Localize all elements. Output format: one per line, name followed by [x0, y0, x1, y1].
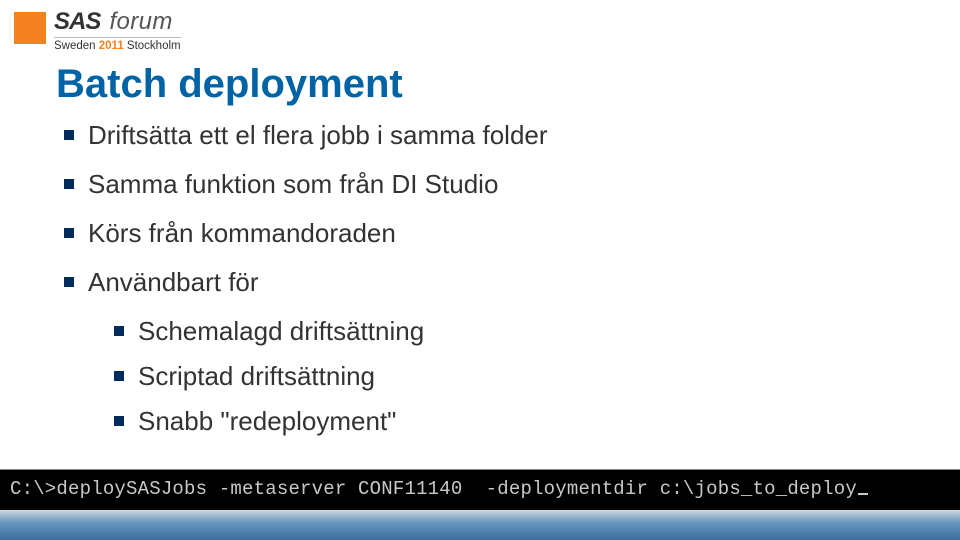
- bullet-text: Körs från kommandoraden: [88, 218, 396, 249]
- bullet-square-icon: [64, 277, 74, 287]
- slide-header: SAS forum Sweden 2011 Stockholm: [14, 10, 181, 53]
- logo-square-icon: [14, 12, 46, 44]
- bullet-text: Användbart för: [88, 267, 259, 298]
- logo-sas-text: SAS: [54, 8, 100, 35]
- bullet-level1: Samma funktion som från DI Studio: [64, 169, 900, 200]
- bullet-level2: Snabb "redeployment": [114, 406, 900, 437]
- bullet-square-icon: [114, 326, 124, 336]
- bullet-level1: Användbart för: [64, 267, 900, 298]
- terminal-cursor-icon: [858, 493, 868, 495]
- bullet-list: Driftsätta ett el flera jobb i samma fol…: [64, 120, 900, 451]
- logo-sub-city: Stockholm: [127, 40, 181, 52]
- bullet-text: Samma funktion som från DI Studio: [88, 169, 498, 200]
- bullet-level2: Schemalagd driftsättning: [114, 316, 900, 347]
- bullet-square-icon: [114, 371, 124, 381]
- bullet-text: Scriptad driftsättning: [138, 361, 375, 392]
- logo-subline: Sweden 2011 Stockholm: [54, 37, 181, 53]
- logo-text: SAS forum Sweden 2011 Stockholm: [54, 10, 181, 53]
- logo-sub-country: Sweden: [54, 40, 96, 52]
- bullet-text: Schemalagd driftsättning: [138, 316, 424, 347]
- logo-sub-year: 2011: [99, 40, 124, 52]
- terminal-screenshot: C:\>deploySASJobs -metaserver CONF11140 …: [0, 469, 960, 510]
- footer-gradient-bar: [0, 510, 960, 540]
- bullet-square-icon: [114, 416, 124, 426]
- bullet-square-icon: [64, 179, 74, 189]
- bullet-level1: Driftsätta ett el flera jobb i samma fol…: [64, 120, 900, 151]
- bullet-level2: Scriptad driftsättning: [114, 361, 900, 392]
- logo-main-line: SAS forum: [54, 10, 181, 34]
- bullet-square-icon: [64, 130, 74, 140]
- bullet-text: Snabb "redeployment": [138, 406, 396, 437]
- bullet-text: Driftsätta ett el flera jobb i samma fol…: [88, 120, 548, 151]
- logo-forum-text: forum: [109, 8, 172, 35]
- bullet-level1: Körs från kommandoraden: [64, 218, 900, 249]
- slide-title: Batch deployment: [56, 62, 403, 107]
- bullet-square-icon: [64, 228, 74, 238]
- terminal-line: C:\>deploySASJobs -metaserver CONF11140 …: [10, 478, 857, 500]
